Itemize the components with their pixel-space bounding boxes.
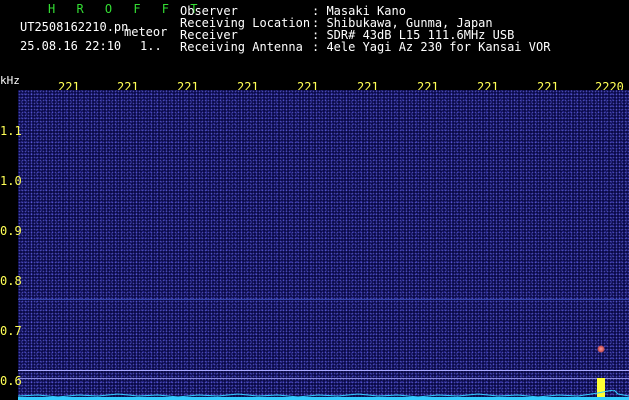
datetime: 25.08.16 22:10 [20, 39, 122, 53]
reference-line-lower [18, 378, 629, 379]
waterfall-plot [18, 90, 629, 400]
reference-line-upper [18, 370, 629, 371]
meteor-echo-head [597, 345, 605, 353]
field-value-antenna: : 4ele Yagi Az 230 for Kansai VOR [312, 40, 551, 54]
y-tick: 0.7 [0, 324, 22, 338]
meteor-label: meteor [124, 25, 168, 39]
unit-label: kHz [0, 74, 20, 87]
y-tick: 0.9 [0, 224, 22, 238]
y-tick: 0.6 [0, 374, 22, 388]
carrier-line [18, 299, 629, 300]
spectrum-trace [18, 390, 629, 400]
y-tick: 1.0 [0, 174, 22, 188]
counter: 1.. [140, 39, 162, 53]
field-label-antenna: Receiving Antenna [180, 40, 303, 54]
noise-field [18, 90, 629, 400]
filename: UT2508162210.pn [20, 20, 129, 34]
y-tick: 0.8 [0, 274, 22, 288]
y-tick: 1.1 [0, 124, 22, 138]
header-panel: H R O F F T UT2508162210.pn meteor 25.08… [0, 0, 629, 72]
